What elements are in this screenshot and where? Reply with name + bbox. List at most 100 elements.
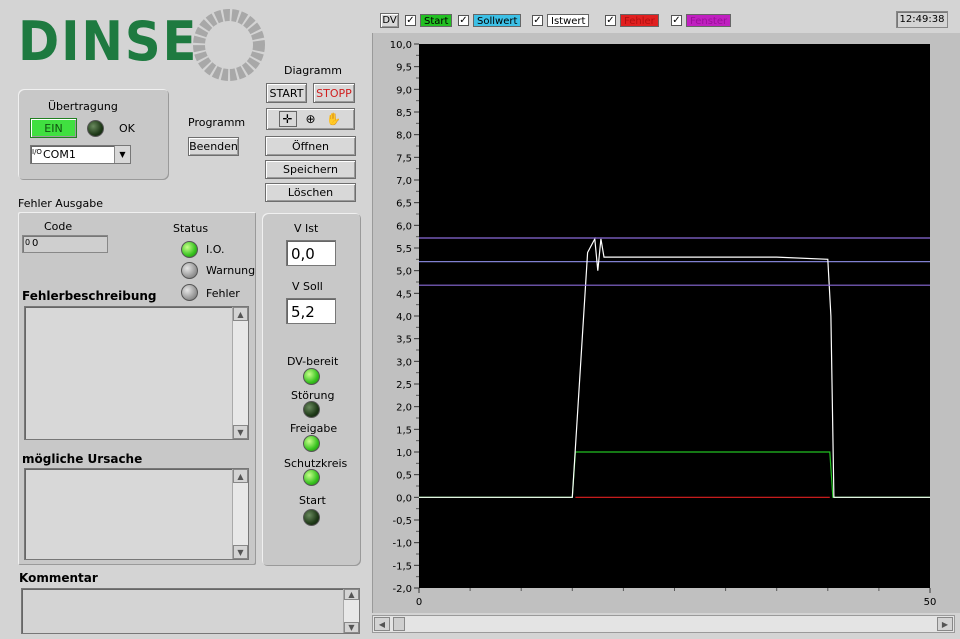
legend-start[interactable]: ✓ Start: [405, 13, 453, 27]
legend-fenster-label: Fenster: [686, 13, 732, 27]
legend-istwert-checkbox[interactable]: ✓: [532, 14, 543, 26]
moegliche-ursache-title: mögliche Ursache: [22, 452, 143, 466]
scroll-down-icon[interactable]: ▼: [233, 545, 248, 559]
scroll-down-icon[interactable]: ▼: [233, 425, 248, 439]
y-tick-label: 2,5: [396, 380, 412, 391]
chart-scrollbar[interactable]: ◀ ▶: [372, 615, 955, 633]
y-tick-label: 6,0: [396, 221, 412, 232]
fehlerbeschreibung-textarea[interactable]: ▲ ▼: [24, 306, 249, 440]
chart: 10,0 9,5 9,0 8,5 8,0 7,5 7,0 6,5 6,0 5,5 5,0 4,5 4,0…: [390, 40, 937, 608]
y-tick-label: 5,5: [396, 244, 412, 255]
ursache-scrollbar[interactable]: ▲ ▼: [232, 469, 248, 559]
status-fehler-label: Fehler: [206, 287, 240, 300]
scroll-up-icon[interactable]: ▲: [344, 589, 359, 600]
v-ist-display: 0,0: [286, 240, 336, 266]
y-tick-label: 3,5: [396, 335, 412, 346]
y-tick-label: 4,0: [396, 312, 412, 323]
plot-area: [419, 44, 930, 588]
fehlerbeschreibung-scrollbar[interactable]: ▲ ▼: [232, 307, 248, 439]
kommentar-textarea[interactable]: ▲ ▼: [21, 588, 360, 634]
stoerung-label: Störung: [291, 389, 335, 402]
logo-text: DINSE: [18, 10, 199, 73]
fehlerbeschreibung-title: Fehlerbeschreibung: [22, 289, 157, 303]
legend-sollwert[interactable]: ✓ Sollwert: [458, 13, 522, 27]
legend-fenster-checkbox[interactable]: ✓: [671, 14, 682, 26]
com-port-value: COM1: [43, 148, 76, 161]
chevron-down-icon[interactable]: ▼: [114, 146, 130, 163]
x-tick-label: 0: [416, 597, 422, 608]
scroll-right-icon[interactable]: ▶: [937, 617, 953, 631]
moegliche-ursache-textarea[interactable]: ▲ ▼: [24, 468, 249, 560]
scroll-thumb[interactable]: [393, 617, 405, 631]
legend-start-label: Start: [420, 13, 453, 27]
y-tick-label: 7,0: [396, 176, 412, 187]
legend-fenster[interactable]: ✓ Fenster: [671, 13, 732, 27]
y-tick-label: 1,5: [396, 425, 412, 436]
uebertragung-title: Übertragung: [48, 100, 118, 113]
pan-hand-icon[interactable]: ✋: [325, 111, 343, 127]
y-tick-label: 0,0: [396, 493, 412, 504]
y-tick-label: 9,0: [396, 85, 412, 96]
ok-label: OK: [119, 122, 135, 135]
scroll-down-icon[interactable]: ▼: [344, 622, 359, 633]
oeffnen-button[interactable]: Öffnen: [265, 136, 356, 156]
dv-button[interactable]: DV: [380, 13, 399, 28]
scroll-up-icon[interactable]: ▲: [233, 469, 248, 483]
x-tick-label: 50: [924, 597, 937, 608]
legend-istwert[interactable]: ✓ Istwert: [532, 13, 590, 27]
start-label: Start: [299, 494, 326, 507]
code-label: Code: [44, 220, 73, 233]
y-tick-label: -1,5: [392, 561, 412, 572]
status-io-led: [181, 241, 198, 258]
values-panel: V Ist 0,0 V Soll 5,2 DV-bereit Störung F…: [262, 213, 361, 566]
ok-led: [87, 120, 104, 137]
legend-fehler-checkbox[interactable]: ✓: [605, 14, 616, 26]
start-button[interactable]: START: [266, 83, 307, 103]
io-prefix: I/O: [32, 148, 42, 156]
graph-tools[interactable]: ✛ ⊕ ✋: [266, 108, 355, 130]
ein-button[interactable]: EIN: [30, 118, 77, 138]
status-warnung-label: Warnung: [206, 264, 256, 277]
legend-sollwert-label: Sollwert: [473, 13, 522, 27]
v-soll-label: V Soll: [292, 280, 323, 293]
y-tick-label: 9,5: [396, 63, 412, 74]
speichern-button[interactable]: Speichern: [265, 160, 356, 179]
kommentar-title: Kommentar: [19, 571, 98, 585]
programm-title: Programm: [188, 116, 246, 129]
freigabe-label: Freigabe: [290, 422, 338, 435]
legend-fehler-label: Fehler: [620, 13, 659, 27]
kommentar-scrollbar[interactable]: ▲ ▼: [343, 589, 359, 633]
y-tick-label: -2,0: [392, 584, 412, 595]
stopp-button[interactable]: STOPP: [313, 83, 355, 103]
scroll-left-icon[interactable]: ◀: [374, 617, 390, 631]
y-tick-label: 7,5: [396, 153, 412, 164]
y-tick-label: 8,5: [396, 108, 412, 119]
y-tick-label: -1,0: [392, 539, 412, 550]
status-fehler-led: [181, 284, 198, 301]
schutzkreis-label: Schutzkreis: [284, 457, 348, 470]
code-display: 0 0: [22, 235, 108, 253]
stoerung-led: [303, 401, 320, 418]
schutzkreis-led: [303, 469, 320, 486]
beenden-button[interactable]: Beenden: [188, 137, 239, 156]
legend-istwert-label: Istwert: [547, 13, 590, 27]
cursor-tool-icon[interactable]: ✛: [278, 111, 297, 127]
code-prefix: 0: [25, 238, 31, 247]
scroll-up-icon[interactable]: ▲: [233, 307, 248, 321]
y-tick-label: 2,0: [396, 403, 412, 414]
freigabe-led: [303, 435, 320, 452]
com-port-select[interactable]: I/O COM1 ▼: [30, 145, 131, 164]
loeschen-button[interactable]: Löschen: [265, 183, 356, 202]
zoom-tool-icon[interactable]: ⊕: [302, 111, 320, 127]
dv-bereit-label: DV-bereit: [287, 355, 339, 368]
y-tick-label: 3,0: [396, 357, 412, 368]
y-tick-label: 1,0: [396, 448, 412, 459]
v-ist-label: V Ist: [294, 222, 319, 235]
y-tick-label: 5,0: [396, 267, 412, 278]
legend-start-checkbox[interactable]: ✓: [405, 14, 416, 26]
legend-fehler[interactable]: ✓ Fehler: [605, 13, 659, 27]
uebertragung-panel: Übertragung EIN OK I/O COM1 ▼: [18, 89, 169, 180]
y-tick-label: 8,0: [396, 131, 412, 142]
y-tick-label: 6,5: [396, 199, 412, 210]
legend-sollwert-checkbox[interactable]: ✓: [458, 14, 469, 26]
